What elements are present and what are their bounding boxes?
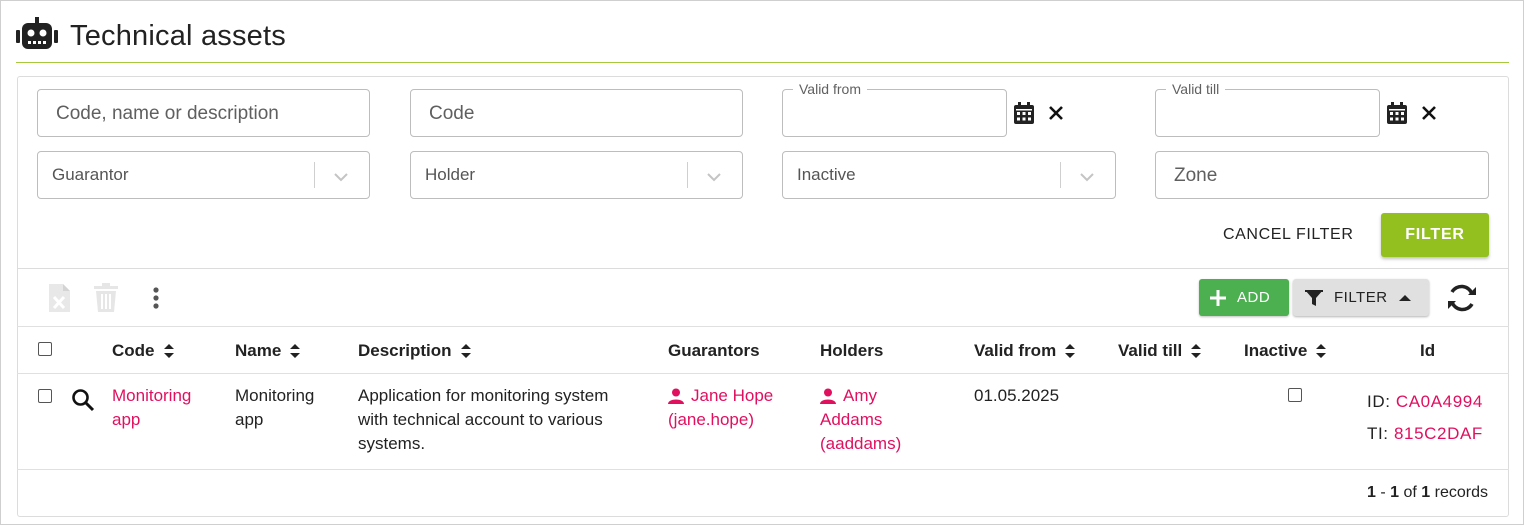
delete-icon[interactable] [92, 283, 120, 313]
column-header-label: Holders [820, 341, 884, 360]
column-header-description[interactable]: Description [358, 341, 472, 361]
search-icon[interactable] [70, 387, 96, 413]
more-options-icon[interactable] [146, 285, 166, 311]
column-header-label: Valid from [974, 341, 1057, 360]
row-valid-from: 01.05.2025 [974, 386, 1060, 405]
code-placeholder: Code [429, 103, 475, 124]
sort-icon [1065, 344, 1076, 358]
row-checkbox[interactable] [38, 389, 52, 403]
pagination-summary: 1 - 1 of 1 records [1367, 484, 1488, 501]
funnel-icon [1305, 289, 1323, 306]
filter-toggle-button[interactable]: FILTER [1293, 279, 1429, 316]
row-divider [17, 469, 1509, 470]
valid-till-calendar-icon[interactable] [1385, 100, 1409, 126]
cancel-filter-button[interactable]: CANCEL FILTER [1223, 226, 1354, 244]
ti-label: TI: [1367, 424, 1389, 443]
column-header-valid-from[interactable]: Valid from [974, 341, 1076, 361]
valid-till-label: Valid till [1166, 81, 1226, 97]
row-code-link[interactable]: Monitoring app [112, 384, 191, 432]
add-button[interactable]: ADD [1199, 279, 1289, 316]
filter-toggle-label: FILTER [1334, 289, 1388, 306]
row-inactive-checkbox[interactable] [1288, 388, 1302, 402]
apply-filter-button[interactable]: FILTER [1381, 213, 1489, 257]
column-header-label: Description [358, 341, 452, 360]
toolbar-divider [17, 268, 1509, 269]
column-header-inactive[interactable]: Inactive [1244, 341, 1327, 361]
row-description: Application for monitoring system with t… [358, 386, 609, 453]
column-header-guarantors: Guarantors [668, 341, 760, 361]
inactive-placeholder: Inactive [797, 165, 856, 184]
valid-from-calendar-icon[interactable] [1012, 100, 1036, 126]
person-icon [668, 388, 684, 404]
person-icon [820, 388, 836, 404]
robot-icon [16, 16, 58, 56]
row-holder-link[interactable]: Amy Addams (aaddams) [820, 384, 901, 456]
search-placeholder: Code, name or description [56, 103, 279, 124]
column-header-label: Valid till [1118, 341, 1183, 360]
holder-select[interactable]: Holder [410, 151, 743, 199]
chevron-down-icon[interactable] [331, 166, 351, 186]
valid-from-input[interactable]: Valid from [782, 81, 1007, 137]
id-label: ID: [1367, 392, 1391, 411]
column-header-holders: Holders [820, 341, 883, 361]
row-guarantor-link[interactable]: Jane Hope (jane.hope) [668, 384, 773, 432]
inactive-select[interactable]: Inactive [782, 151, 1116, 199]
column-header-code[interactable]: Code [112, 341, 175, 361]
zone-input[interactable]: Zone [1155, 151, 1489, 199]
column-header-valid-till[interactable]: Valid till [1118, 341, 1202, 361]
column-header-label: Inactive [1244, 341, 1308, 360]
sort-icon [1316, 344, 1327, 358]
refresh-icon[interactable] [1444, 281, 1480, 315]
select-separator [687, 162, 688, 188]
chevron-down-icon[interactable] [704, 166, 724, 186]
code-input[interactable]: Code [410, 89, 743, 137]
header-divider [16, 62, 1509, 63]
ti-value-link[interactable]: 815C2DAF [1394, 424, 1483, 443]
search-input[interactable]: Code, name or description [37, 89, 370, 137]
valid-from-clear-icon[interactable] [1045, 102, 1067, 124]
guarantor-select[interactable]: Guarantor [37, 151, 370, 199]
select-separator [1060, 162, 1061, 188]
valid-from-label: Valid from [793, 81, 867, 97]
zone-placeholder: Zone [1174, 165, 1218, 186]
caret-up-icon [1398, 294, 1411, 301]
sort-icon [163, 344, 174, 358]
guarantor-placeholder: Guarantor [52, 165, 129, 184]
sort-icon [1191, 344, 1202, 358]
plus-icon [1210, 289, 1226, 306]
column-header-label: Id [1420, 341, 1436, 360]
column-header-label: Code [112, 341, 155, 360]
add-button-label: ADD [1237, 289, 1271, 306]
page-title: Technical assets [70, 19, 286, 52]
row-name: Monitoring app [235, 386, 315, 429]
export-excel-icon[interactable] [46, 283, 72, 313]
column-header-name[interactable]: Name [235, 341, 301, 361]
page-header: Technical assets [16, 14, 286, 58]
select-separator [314, 162, 315, 188]
valid-till-clear-icon[interactable] [1418, 102, 1440, 124]
sort-icon [460, 344, 471, 358]
valid-till-input[interactable]: Valid till [1155, 81, 1380, 137]
holder-placeholder: Holder [425, 165, 476, 184]
row-ids: ID: CA0A4994 TI: 815C2DAF [1367, 386, 1483, 450]
id-value-link[interactable]: CA0A4994 [1396, 392, 1483, 411]
sort-icon [290, 344, 301, 358]
column-header-id: Id [1420, 341, 1435, 361]
column-header-label: Name [235, 341, 282, 360]
chevron-down-icon[interactable] [1077, 166, 1097, 186]
select-all-checkbox[interactable] [38, 342, 52, 356]
column-header-label: Guarantors [668, 341, 760, 360]
